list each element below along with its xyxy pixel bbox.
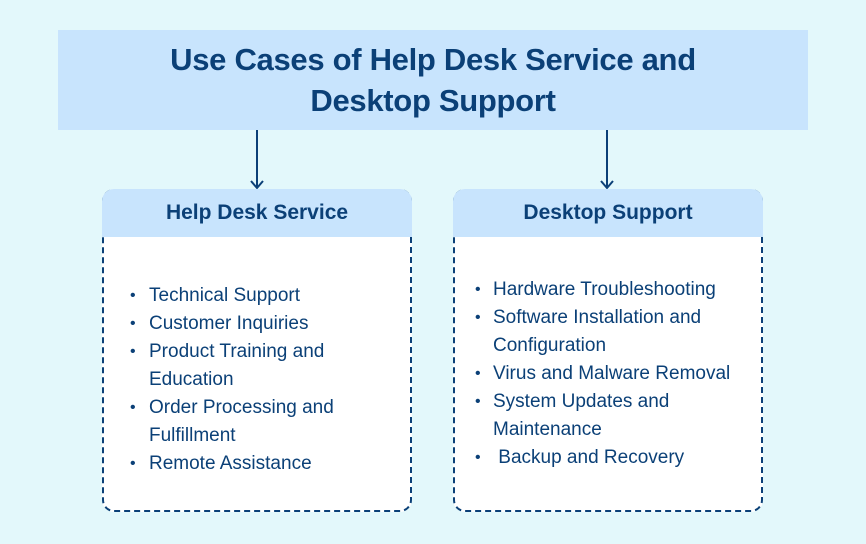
arrow-down-icon — [250, 130, 264, 190]
list-item: • Product Training and Education — [104, 338, 410, 394]
list-item: • Technical Support — [104, 282, 410, 310]
list-item: • Backup and Recovery — [455, 444, 761, 472]
list-item: • Hardware Troubleshooting — [455, 276, 761, 304]
list-item: • System Updates and Maintenance — [455, 388, 761, 444]
list-item: • Remote Assistance — [104, 450, 410, 478]
card-heading: Help Desk Service — [102, 189, 412, 237]
bullet-icon: • — [130, 398, 136, 416]
bullet-icon: • — [130, 342, 136, 360]
use-case-list: • Technical Support • Customer Inquiries •… — [104, 282, 410, 478]
card-body: • Technical Support • Customer Inquiries •… — [104, 237, 410, 510]
list-item: • Virus and Malware Removal — [455, 360, 761, 388]
bullet-icon: • — [475, 308, 481, 326]
help-desk-service-card: Help Desk Service • Technical Support • Cu… — [102, 189, 412, 512]
bullet-icon: • — [475, 448, 481, 466]
bullet-icon: • — [475, 280, 481, 298]
diagram-title: Use Cases of Help Desk Service and Deskt… — [170, 42, 696, 118]
bullet-icon: • — [130, 314, 136, 332]
bullet-icon: • — [130, 454, 136, 472]
title-box: Use Cases of Help Desk Service and Deskt… — [58, 30, 808, 130]
card-heading: Desktop Support — [453, 189, 763, 237]
list-item: • Software Installation and Configuration — [455, 304, 761, 360]
list-item: • Customer Inquiries — [104, 310, 410, 338]
desktop-support-card: Desktop Support • Hardware Troubleshootin… — [453, 189, 763, 512]
list-item: • Order Processing and Fulfillment — [104, 394, 410, 450]
use-case-list: • Hardware Troubleshooting • Software Inst… — [455, 276, 761, 472]
bullet-icon: • — [475, 364, 481, 382]
arrow-down-icon — [600, 130, 614, 190]
bullet-icon: • — [130, 286, 136, 304]
bullet-icon: • — [475, 392, 481, 410]
card-body: • Hardware Troubleshooting • Software Inst… — [455, 237, 761, 510]
